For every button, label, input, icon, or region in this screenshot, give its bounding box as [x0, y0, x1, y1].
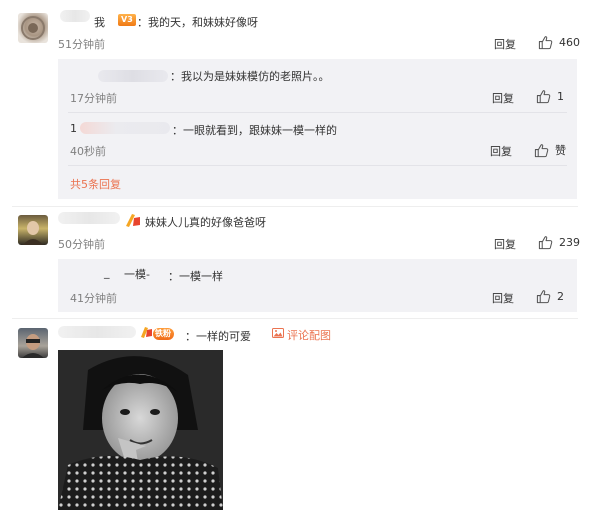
username-redacted [60, 10, 90, 22]
thumbs-up-icon [536, 290, 551, 304]
divider [12, 318, 578, 319]
verified-icon [124, 212, 142, 228]
reply-username[interactable]: 一模- [124, 266, 150, 282]
comment-username[interactable]: 我 [94, 14, 105, 30]
like-count: 460 [559, 36, 580, 49]
reply-prefix: 1 [70, 122, 77, 135]
reply-button[interactable]: 回复 [490, 143, 512, 159]
thumbs-up-icon [538, 36, 553, 50]
avatar[interactable] [18, 13, 48, 43]
like-count: 赞 [555, 144, 566, 157]
like-button[interactable]: 1 [536, 89, 564, 104]
like-button[interactable]: 2 [536, 289, 564, 304]
comment-time: 51分钟前 [58, 38, 105, 51]
reply-text: ：我以为是妹妹模仿的老照片。。 [170, 70, 330, 83]
comment-text: ：一样的可爱 [185, 330, 251, 343]
vip-badge[interactable]: V3 [118, 14, 136, 26]
reply-time: 40秒前 [70, 145, 106, 158]
thumbs-up-icon [538, 236, 553, 250]
reply-prefix: _ [104, 266, 110, 279]
like-button[interactable]: 239 [538, 235, 580, 250]
comment-text: 妹妹人儿真的好像爸爸呀 [145, 216, 266, 229]
username-redacted [58, 212, 120, 224]
comment-time: 50分钟前 [58, 238, 105, 251]
avatar[interactable] [18, 215, 48, 245]
like-count: 1 [557, 90, 564, 103]
reply-button[interactable]: 回复 [494, 236, 516, 252]
username-redacted [58, 326, 136, 338]
more-replies-link[interactable]: 共5条回复 [70, 176, 121, 192]
like-count: 239 [559, 236, 580, 249]
divider [68, 112, 567, 113]
comment-image-link[interactable]: 评论配图 [287, 327, 331, 343]
verified-icon [139, 325, 153, 339]
reply-button[interactable]: 回复 [492, 290, 514, 306]
fan-badge[interactable]: 铁粉 [153, 328, 174, 340]
username-redacted [80, 122, 170, 134]
reply-button[interactable]: 回复 [494, 36, 516, 52]
like-button[interactable]: 460 [538, 35, 580, 50]
username-redacted [98, 70, 168, 82]
reply-text: ：一眼就看到，跟妹妹一模一样的 [172, 124, 337, 137]
reply-text: ：一模一样 [168, 270, 223, 283]
image-icon[interactable] [272, 327, 284, 339]
thumbs-up-icon [534, 143, 549, 157]
reply-time: 41分钟前 [70, 292, 117, 305]
reply-time: 17分钟前 [70, 92, 117, 105]
divider [12, 206, 578, 207]
divider [68, 165, 567, 166]
thumbs-up-icon [536, 90, 551, 104]
comment-image[interactable] [58, 350, 223, 510]
reply-button[interactable]: 回复 [492, 90, 514, 106]
like-button[interactable]: 赞 [534, 142, 566, 158]
comment-text: ：我的天，和妹妹好像呀 [137, 16, 258, 29]
avatar[interactable] [18, 328, 48, 358]
like-count: 2 [557, 290, 564, 303]
